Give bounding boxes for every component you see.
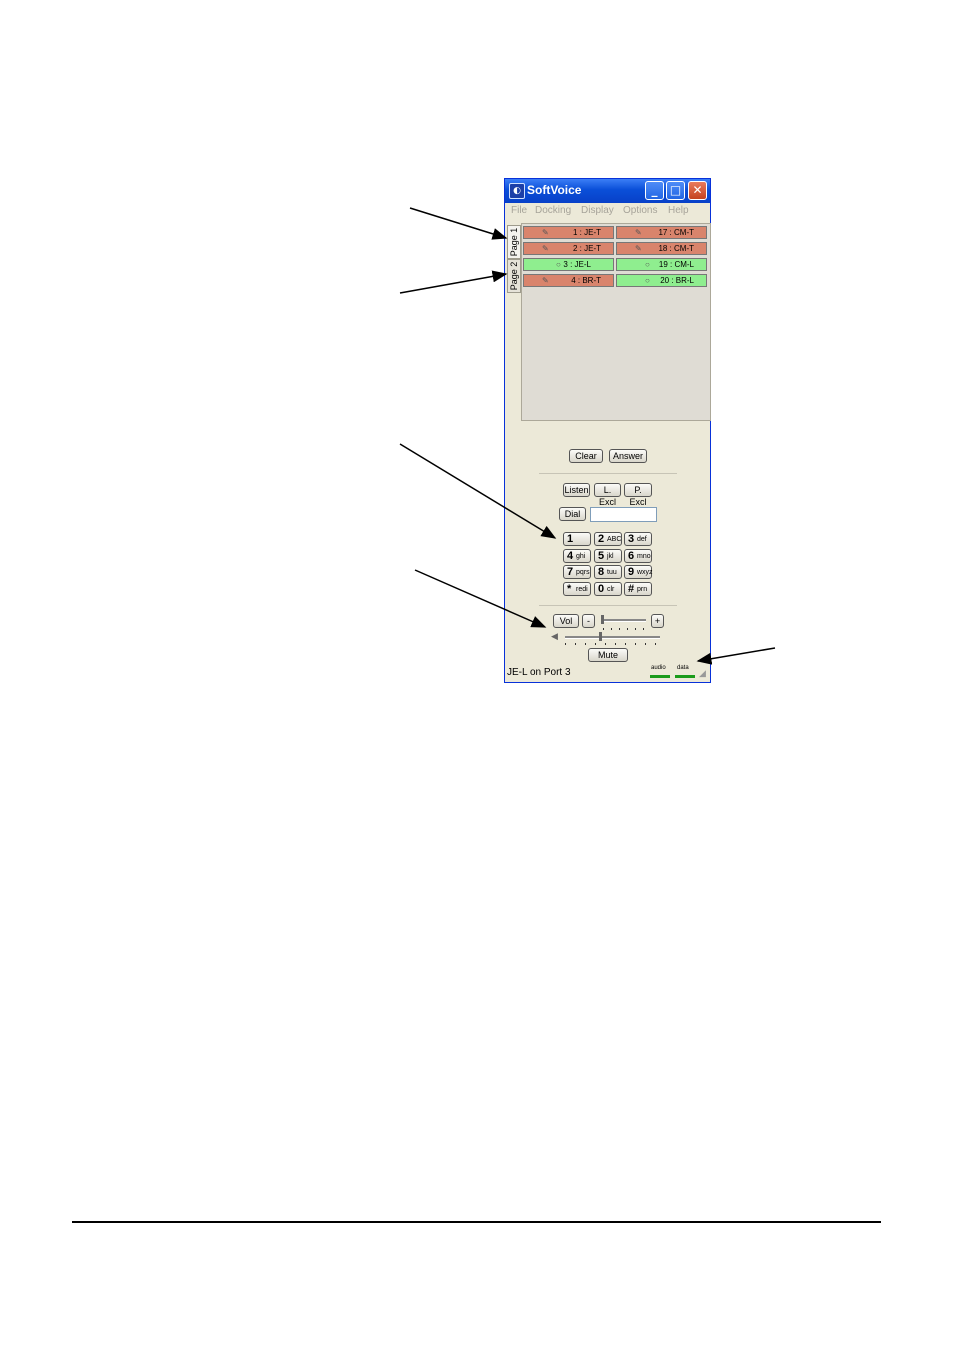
annotation-arrows bbox=[399, 207, 776, 665]
arrow-page-2 bbox=[399, 270, 508, 294]
page-divider bbox=[72, 1221, 881, 1223]
arrow-volume bbox=[414, 569, 547, 628]
arrow-page-1 bbox=[409, 207, 508, 240]
arrow-status bbox=[696, 647, 776, 665]
arrow-keypad bbox=[399, 443, 557, 539]
